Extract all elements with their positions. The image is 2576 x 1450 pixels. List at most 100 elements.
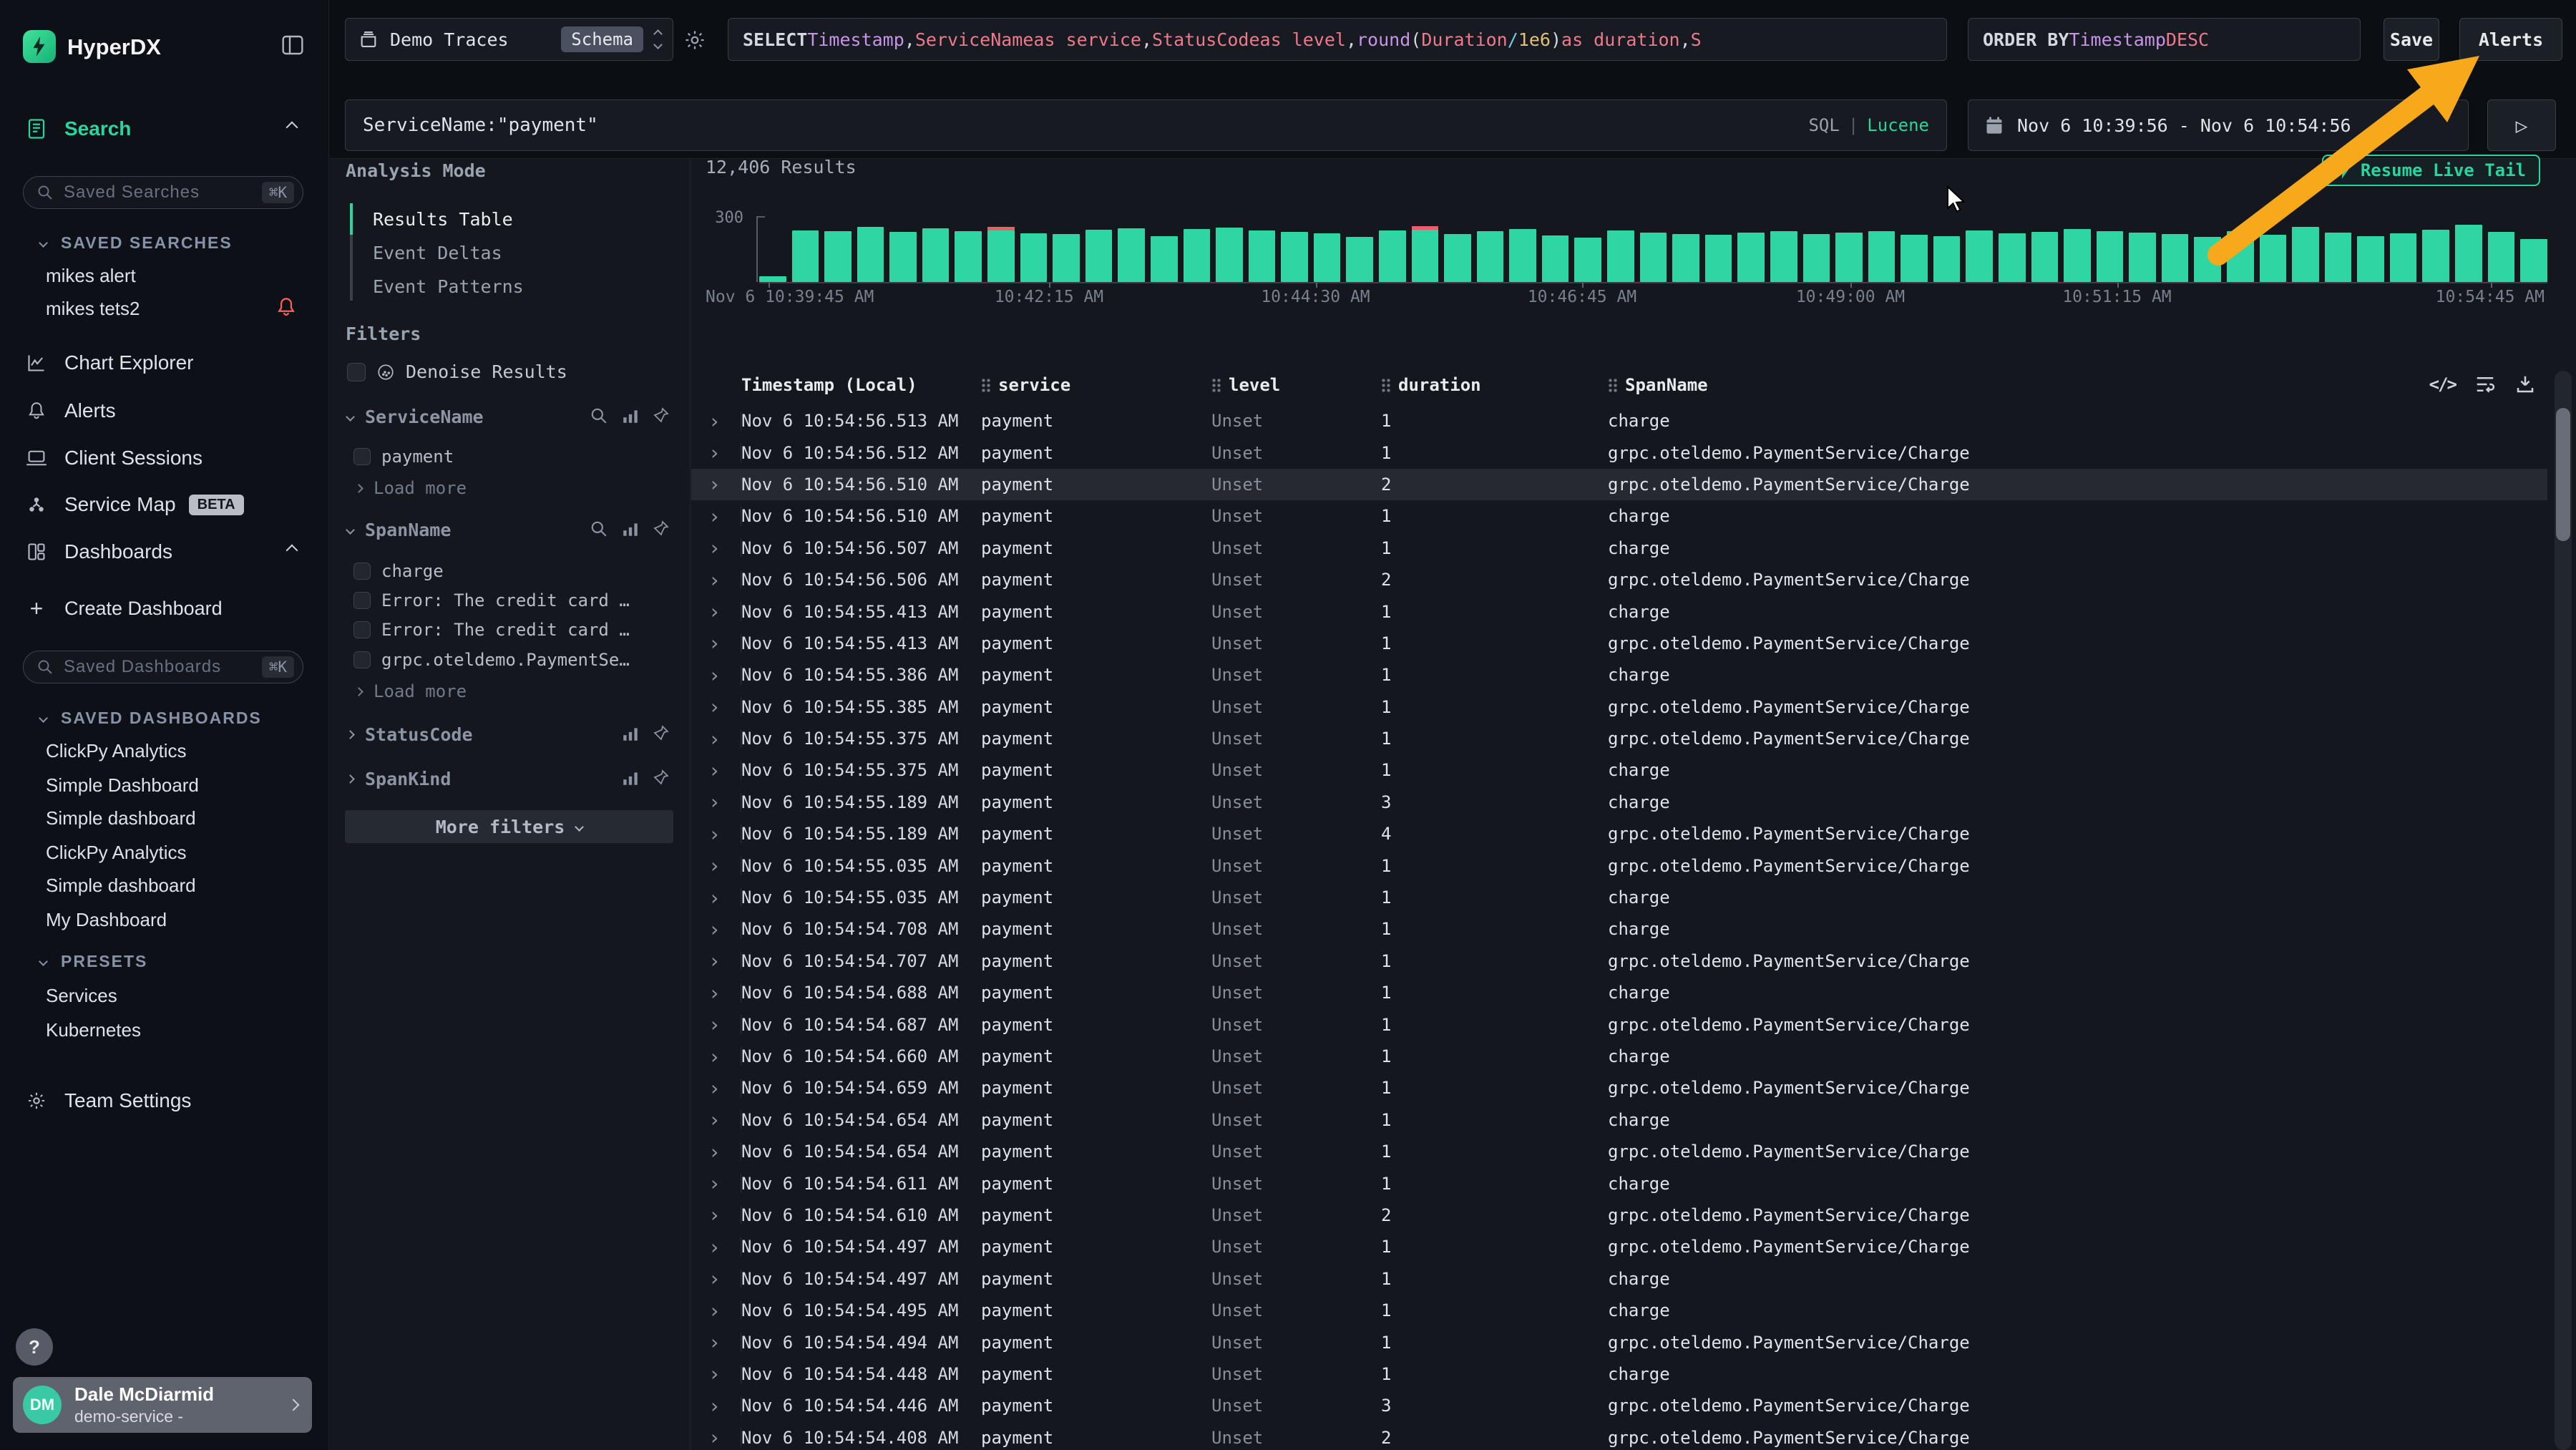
histogram-bar[interactable] <box>1835 233 1863 282</box>
row-expand-chevron[interactable]: › <box>691 913 741 945</box>
histogram-bar[interactable] <box>1868 231 1896 282</box>
table-row[interactable]: ›Nov 6 10:54:55.385 AMpaymentUnset1grpc.… <box>691 691 2547 723</box>
row-expand-chevron[interactable]: › <box>691 977 741 1008</box>
histogram-bar[interactable] <box>1966 230 1993 282</box>
table-row[interactable]: ›Nov 6 10:54:54.497 AMpaymentUnset1charg… <box>691 1263 2547 1295</box>
table-row[interactable]: ›Nov 6 10:54:55.375 AMpaymentUnset1grpc.… <box>691 723 2547 754</box>
sidebar-item-alerts[interactable]: Alerts <box>0 391 329 431</box>
preset-item[interactable]: Kubernetes <box>46 1019 141 1041</box>
table-row[interactable]: ›Nov 6 10:54:55.386 AMpaymentUnset1charg… <box>691 659 2547 691</box>
saved-searches-input[interactable]: Saved Searches ⌘K <box>23 176 303 209</box>
col-timestamp[interactable]: Timestamp (Local) <box>741 375 981 395</box>
filter-value-payment[interactable]: payment <box>353 447 454 467</box>
row-expand-chevron[interactable]: › <box>691 850 741 881</box>
histogram-bar[interactable] <box>922 228 950 282</box>
histogram-bar[interactable] <box>2194 237 2221 282</box>
sidebar-item-client-sessions[interactable]: Client Sessions <box>0 438 329 478</box>
dashboard-item[interactable]: ClickPy Analytics <box>46 740 187 762</box>
row-expand-chevron[interactable]: › <box>691 628 741 659</box>
dashboard-item[interactable]: Simple Dashboard <box>46 774 199 797</box>
histogram-bar[interactable] <box>2325 233 2352 282</box>
sidebar-collapse-icon[interactable] <box>281 34 304 56</box>
mini-chart-icon[interactable] <box>621 769 640 787</box>
row-expand-chevron[interactable]: › <box>691 1326 741 1358</box>
row-expand-chevron[interactable]: › <box>691 659 741 691</box>
saved-search-item[interactable]: mikes tets2 <box>46 298 140 320</box>
table-row[interactable]: ›Nov 6 10:54:54.448 AMpaymentUnset1charg… <box>691 1358 2547 1390</box>
row-expand-chevron[interactable]: › <box>691 1136 741 1167</box>
histogram-bar[interactable] <box>2520 239 2547 282</box>
filter-value-error2[interactable]: Error: The credit card … <box>353 620 630 640</box>
histogram-bar[interactable] <box>2129 233 2156 282</box>
search-query-input[interactable]: ServiceName:"payment" SQL|Lucene <box>345 99 1947 151</box>
table-row[interactable]: ›Nov 6 10:54:56.512 AMpaymentUnset1grpc.… <box>691 437 2547 468</box>
sidebar-item-search[interactable]: Search <box>0 109 329 149</box>
histogram-bar[interactable] <box>1737 233 1765 282</box>
table-row[interactable]: ›Nov 6 10:54:54.708 AMpaymentUnset1charg… <box>691 913 2547 945</box>
dashboard-item[interactable]: Simple dashboard <box>46 807 196 829</box>
filter-group-servicename[interactable]: ServiceName <box>347 407 484 427</box>
sidebar-item-team-settings[interactable]: Team Settings <box>0 1081 329 1121</box>
row-expand-chevron[interactable]: › <box>691 1358 741 1390</box>
histogram-bar[interactable] <box>1444 234 1471 282</box>
histogram-bar[interactable] <box>1672 234 1699 282</box>
table-row[interactable]: ›Nov 6 10:54:55.189 AMpaymentUnset4grpc.… <box>691 818 2547 850</box>
table-row[interactable]: ›Nov 6 10:54:54.446 AMpaymentUnset3grpc.… <box>691 1390 2547 1421</box>
mode-results-table[interactable]: Results Table <box>373 209 513 230</box>
histogram-bar[interactable] <box>1574 238 1601 282</box>
table-row[interactable]: ›Nov 6 10:54:54.497 AMpaymentUnset1grpc.… <box>691 1231 2547 1262</box>
table-row[interactable]: ›Nov 6 10:54:56.513 AMpaymentUnset1charg… <box>691 405 2547 437</box>
histogram-bar[interactable] <box>1085 230 1113 282</box>
help-button[interactable]: ? <box>16 1328 53 1366</box>
drag-handle-icon[interactable] <box>981 378 991 392</box>
language-toggle[interactable]: SQL|Lucene <box>1808 115 1929 135</box>
filter-value-error1[interactable]: Error: The credit card … <box>353 590 630 610</box>
histogram-bar[interactable] <box>2064 229 2091 282</box>
row-expand-chevron[interactable]: › <box>691 754 741 786</box>
row-expand-chevron[interactable]: › <box>691 1104 741 1136</box>
row-expand-chevron[interactable]: › <box>691 1200 741 1231</box>
saved-dashboards-input[interactable]: Saved Dashboards ⌘K <box>23 651 303 683</box>
row-expand-chevron[interactable]: › <box>691 595 741 627</box>
row-expand-chevron[interactable]: › <box>691 1041 741 1072</box>
histogram-bar[interactable] <box>1184 229 1211 282</box>
user-menu[interactable]: DM Dale McDiarmid demo-service - <box>13 1377 312 1433</box>
histogram-bar[interactable] <box>2260 235 2287 282</box>
save-button[interactable]: Save <box>2384 18 2439 61</box>
checkbox[interactable] <box>353 621 371 638</box>
histogram-bar[interactable] <box>2031 232 2059 282</box>
table-row[interactable]: ›Nov 6 10:54:55.375 AMpaymentUnset1charg… <box>691 754 2547 786</box>
sidebar-item-service-map[interactable]: Service Map BETA <box>0 485 329 525</box>
pin-icon[interactable] <box>653 724 671 743</box>
sidebar-item-dashboards[interactable]: Dashboards <box>0 532 329 572</box>
filter-value-charge[interactable]: charge <box>353 561 444 581</box>
histogram-bar[interactable] <box>2097 231 2124 282</box>
dashboard-item[interactable]: My Dashboard <box>46 909 167 931</box>
histogram-bar[interactable] <box>1705 235 1732 282</box>
table-row[interactable]: ›Nov 6 10:54:55.413 AMpaymentUnset1grpc.… <box>691 628 2547 659</box>
presets-section[interactable]: PRESETS <box>40 952 147 971</box>
search-icon[interactable] <box>590 520 608 538</box>
histogram-bar[interactable] <box>2422 230 2449 282</box>
table-row[interactable]: ›Nov 6 10:54:54.654 AMpaymentUnset1grpc.… <box>691 1136 2547 1167</box>
chevron-up-icon[interactable] <box>288 545 296 558</box>
histogram-bar[interactable] <box>2455 225 2482 282</box>
histogram-bar[interactable] <box>792 230 819 282</box>
drag-handle-icon[interactable] <box>1211 378 1221 392</box>
histogram-bar[interactable] <box>1901 235 1928 282</box>
col-duration[interactable]: duration <box>1381 375 1608 395</box>
histogram-bar[interactable] <box>2292 227 2319 282</box>
histogram-bar[interactable] <box>1999 233 2026 282</box>
table-row[interactable]: ›Nov 6 10:54:56.507 AMpaymentUnset1charg… <box>691 532 2547 564</box>
histogram-bar[interactable] <box>2488 232 2515 282</box>
row-expand-chevron[interactable]: › <box>691 1390 741 1421</box>
histogram-bar[interactable] <box>1412 230 1439 282</box>
preset-item[interactable]: Services <box>46 985 117 1007</box>
mini-chart-icon[interactable] <box>621 407 640 425</box>
wrap-lines-icon[interactable] <box>2474 374 2496 395</box>
filter-group-spankind[interactable]: SpanKind <box>347 769 451 789</box>
histogram-bar[interactable] <box>2162 234 2189 282</box>
filter-group-spanname[interactable]: SpanName <box>347 520 451 540</box>
lang-sql[interactable]: SQL <box>1808 115 1839 135</box>
saved-search-item[interactable]: mikes alert <box>46 265 136 287</box>
